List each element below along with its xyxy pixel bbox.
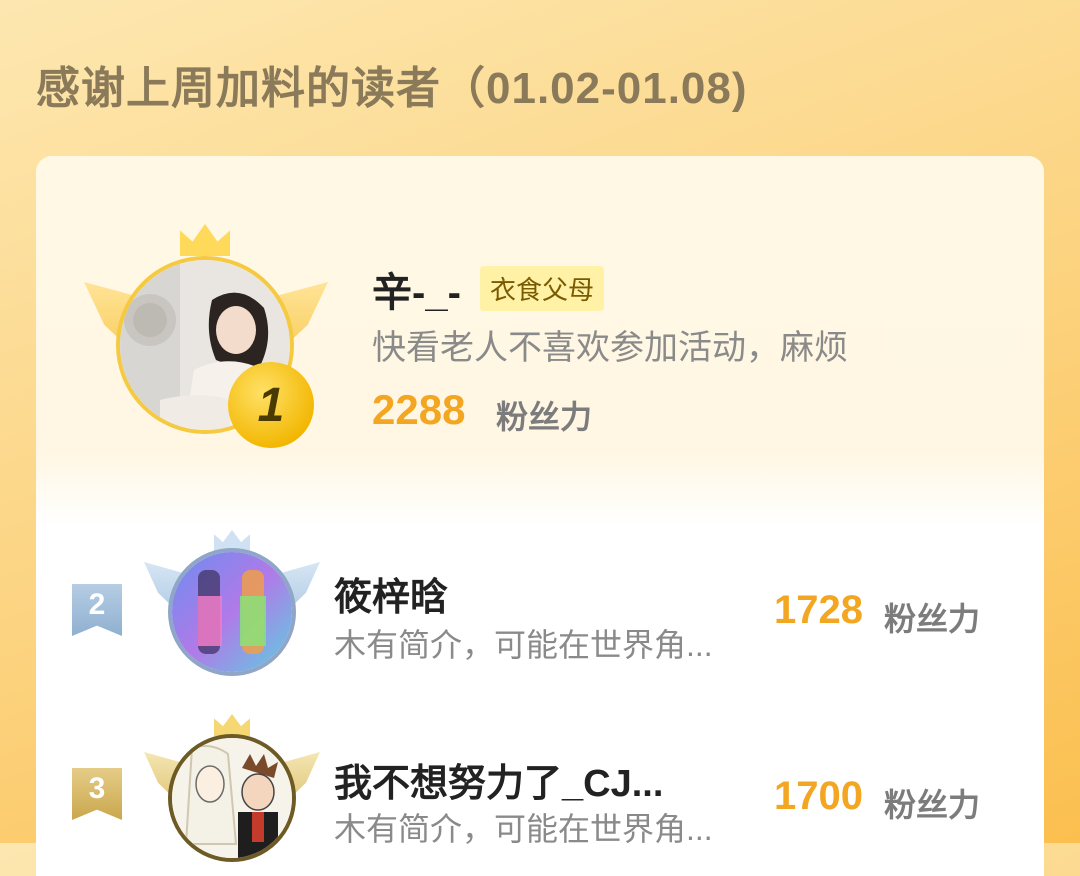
rank-2-flag-icon: 2 (72, 584, 122, 636)
avatar[interactable] (168, 548, 296, 676)
crown-icon (214, 714, 250, 736)
fan-score: 2288 (372, 386, 466, 433)
avatar-image (172, 738, 292, 858)
user-bio: 木有简介，可能在世界角... (334, 627, 713, 663)
user-tag-badge: 衣食父母 (480, 266, 605, 311)
user-name[interactable]: 我不想努力了_CJ... (334, 752, 663, 807)
fan-score-label: 粉丝力 (884, 787, 981, 823)
avatar-image (172, 552, 292, 672)
user-bio: 快看老人不喜欢参加活动，麻烦 (372, 329, 848, 367)
user-name[interactable]: 筱梓晗 (334, 566, 448, 621)
rank-number: 1 (257, 378, 285, 432)
user-bio: 木有简介，可能在世界角... (334, 811, 713, 847)
rank-number: 3 (88, 772, 106, 805)
fan-score: 1700 (774, 774, 863, 818)
rank-number: 2 (88, 588, 106, 621)
fan-score-label: 粉丝力 (496, 399, 593, 435)
ranking-card: 1 辛-_- 衣食父母 快看老人不喜欢参加活动，麻烦 2288 粉丝力 2 筱梓… (36, 156, 1044, 876)
user-name[interactable]: 辛-_- (372, 260, 461, 318)
fan-score-label: 粉丝力 (884, 601, 981, 637)
rank-3-flag-icon: 3 (72, 768, 122, 820)
page-title: 感谢上周加料的读者（01.02-01.08) (36, 64, 748, 113)
rank-1-medal-icon: 1 (228, 362, 314, 448)
fan-score: 1728 (774, 588, 863, 632)
